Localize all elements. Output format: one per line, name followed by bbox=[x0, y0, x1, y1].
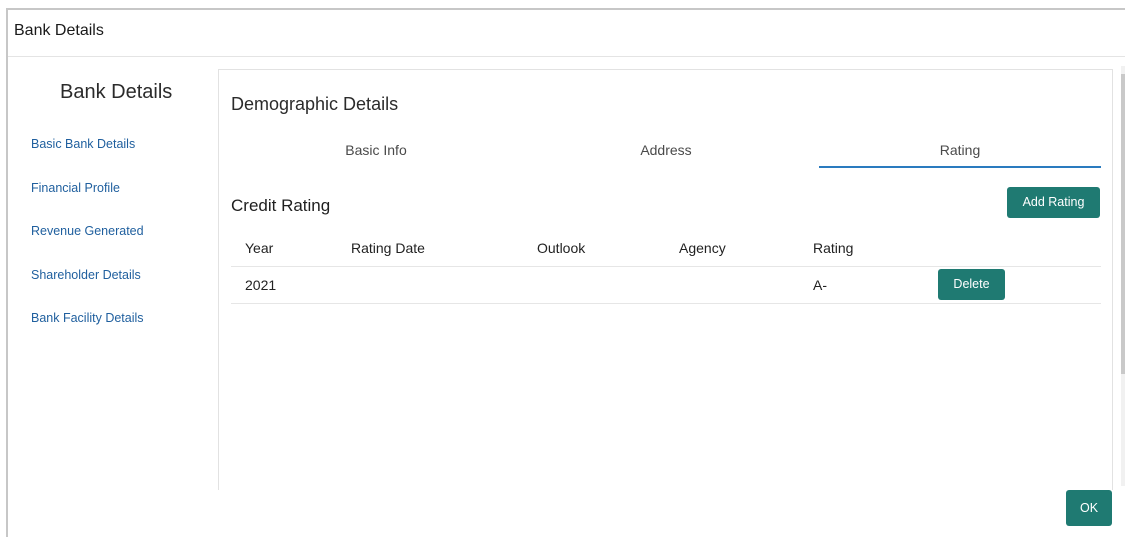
column-header-outlook: Outlook bbox=[537, 240, 586, 256]
credit-rating-table: Year Rating Date Outlook Agency Rating 2… bbox=[231, 230, 1101, 304]
section-title: Demographic Details bbox=[231, 94, 399, 114]
cell-year: 2021 bbox=[245, 277, 277, 293]
tab-bar: Basic Info Address Rating bbox=[231, 142, 1101, 168]
sidebar-item-financial-profile[interactable]: Financial Profile bbox=[31, 181, 120, 195]
delete-button[interactable]: Delete bbox=[938, 269, 1005, 300]
sidebar-item-basic-bank-details[interactable]: Basic Bank Details bbox=[31, 137, 135, 151]
ok-button[interactable]: OK bbox=[1066, 490, 1112, 526]
sidebar-item-bank-facility-details[interactable]: Bank Facility Details bbox=[31, 311, 144, 325]
content-panel: Demographic Details Basic Info Address R… bbox=[218, 69, 1113, 490]
bank-details-dialog: Bank Details Bank Details Basic Bank Det… bbox=[6, 8, 1125, 537]
tab-label: Address bbox=[640, 142, 692, 158]
credit-rating-title: Credit Rating bbox=[231, 196, 331, 215]
dialog-titlebar: Bank Details bbox=[8, 10, 1125, 57]
tab-rating[interactable]: Rating bbox=[819, 142, 1101, 168]
dialog-title: Bank Details bbox=[14, 22, 104, 39]
column-header-rating-date: Rating Date bbox=[351, 240, 425, 256]
tab-label: Rating bbox=[939, 142, 981, 158]
add-rating-button[interactable]: Add Rating bbox=[1007, 187, 1100, 218]
tab-address[interactable]: Address bbox=[521, 142, 811, 166]
sidebar: Bank Details Basic Bank Details Financia… bbox=[8, 57, 216, 537]
tab-basic-info[interactable]: Basic Info bbox=[231, 142, 521, 166]
sidebar-item-shareholder-details[interactable]: Shareholder Details bbox=[31, 268, 141, 282]
sidebar-item-revenue-generated[interactable]: Revenue Generated bbox=[31, 224, 144, 238]
column-header-year: Year bbox=[245, 240, 274, 256]
table-header-row: Year Rating Date Outlook Agency Rating bbox=[231, 230, 1101, 267]
scrollbar-thumb[interactable] bbox=[1121, 74, 1125, 374]
cell-rating: A- bbox=[813, 277, 827, 293]
tab-label: Basic Info bbox=[345, 142, 407, 158]
column-header-agency: Agency bbox=[679, 240, 726, 256]
column-header-rating: Rating bbox=[813, 240, 854, 256]
table-row: 2021 A- Delete bbox=[231, 267, 1101, 304]
sidebar-heading: Bank Details bbox=[60, 81, 173, 103]
